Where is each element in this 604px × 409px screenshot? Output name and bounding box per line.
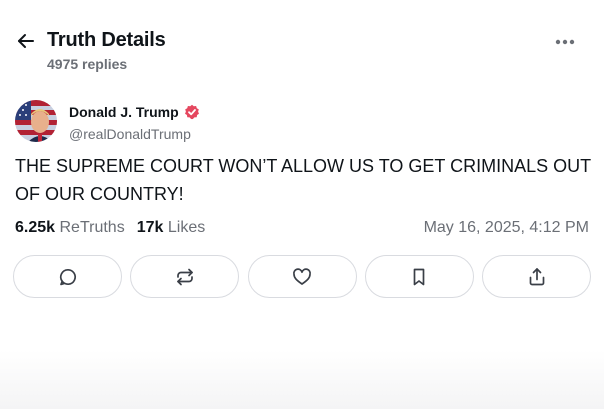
share-button[interactable] bbox=[482, 255, 591, 298]
arrow-left-icon bbox=[18, 34, 34, 48]
retruth-button[interactable] bbox=[130, 255, 240, 298]
verified-badge-icon bbox=[184, 104, 199, 120]
post-stats: 6.25k ReTruths 17k Likes bbox=[15, 219, 205, 237]
retruths-label: ReTruths bbox=[59, 219, 125, 236]
bookmark-icon bbox=[413, 268, 425, 285]
page-header: Truth Details 4975 replies bbox=[0, 0, 604, 80]
page-title: Truth Details bbox=[47, 29, 166, 51]
retruth-icon bbox=[176, 268, 193, 285]
retruths-count: 6.25k bbox=[15, 219, 56, 236]
likes-label: Likes bbox=[167, 219, 206, 236]
replies-count: 4975 replies bbox=[47, 56, 128, 72]
heart-icon bbox=[293, 267, 311, 285]
retruths-stat[interactable]: 6.25k ReTruths bbox=[15, 219, 125, 237]
back-button[interactable] bbox=[15, 30, 37, 52]
post-timestamp: May 16, 2025, 4:12 PM bbox=[423, 219, 589, 236]
avatar[interactable] bbox=[15, 100, 57, 142]
reply-button[interactable] bbox=[13, 255, 122, 298]
more-options-button[interactable] bbox=[552, 32, 578, 52]
action-bar bbox=[13, 255, 591, 298]
author-handle[interactable]: @realDonaldTrump bbox=[69, 126, 191, 142]
bookmark-button[interactable] bbox=[364, 255, 474, 298]
likes-stat[interactable]: 17k Likes bbox=[137, 219, 206, 237]
avatar-image bbox=[15, 100, 57, 142]
more-horizontal-icon bbox=[555, 39, 575, 45]
author-name[interactable]: Donald J. Trump bbox=[69, 104, 200, 120]
like-button[interactable] bbox=[247, 255, 357, 298]
author-name-text: Donald J. Trump bbox=[69, 104, 179, 120]
share-icon bbox=[529, 267, 544, 285]
likes-count: 17k bbox=[136, 219, 164, 236]
reply-icon bbox=[59, 268, 76, 285]
post-text: THE SUPREME COURT WON’T ALLOW US TO GET … bbox=[15, 156, 591, 204]
